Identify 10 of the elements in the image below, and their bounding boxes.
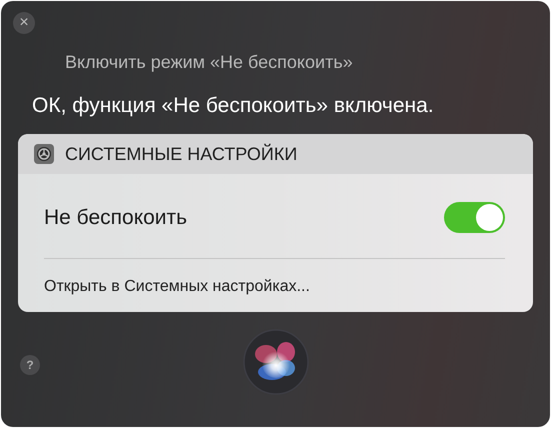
siri-orb-icon <box>242 328 310 396</box>
open-settings-link[interactable]: Открыть в Системных настройках... <box>44 278 310 296</box>
help-button[interactable]: ? <box>20 355 40 375</box>
close-button[interactable]: × <box>13 12 35 34</box>
query-text: Включить режим «Не беспокоить» <box>65 52 354 73</box>
toggle-switch[interactable] <box>444 202 505 233</box>
gear-icon <box>33 143 55 165</box>
setting-label: Не беспокоить <box>44 206 188 230</box>
response-text: ОК, функция «Не беспокоить» включена. <box>32 94 435 118</box>
app-title: СИСТЕМНЫЕ НАСТРОЙКИ <box>65 144 298 164</box>
